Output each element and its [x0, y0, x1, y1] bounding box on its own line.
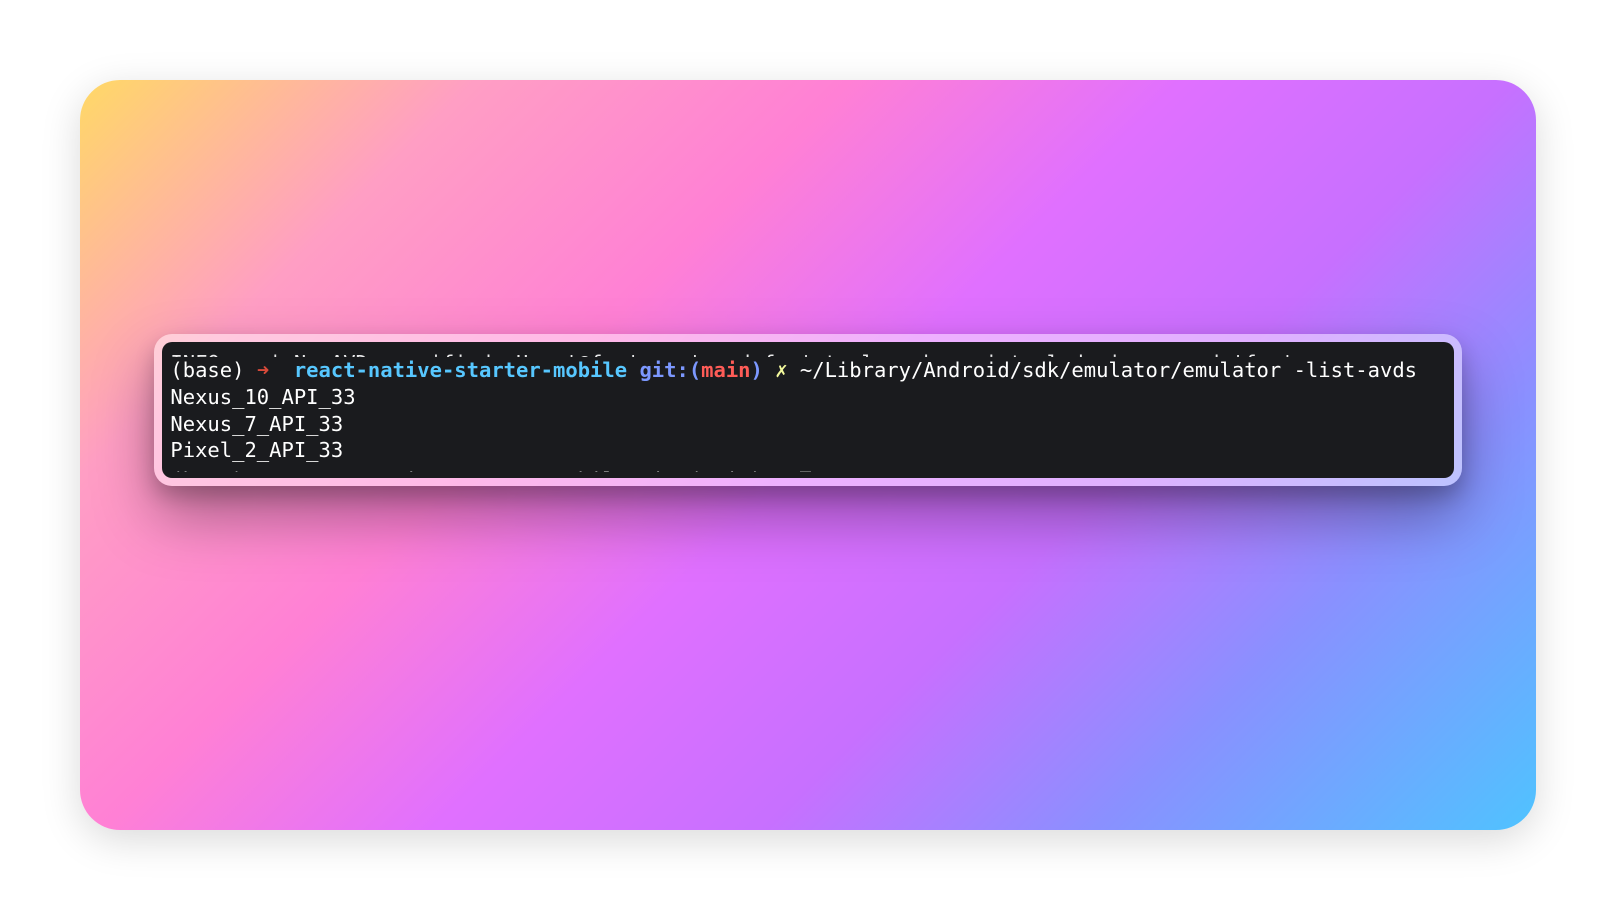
git-paren-open: (	[689, 358, 701, 382]
cursor-icon	[800, 471, 811, 472]
git-paren-close: )	[751, 358, 763, 382]
conda-env: (base)	[170, 358, 244, 382]
command-text: ~/Library/Android/sdk/emulator/emulator …	[800, 358, 1417, 382]
output-line-1: Nexus_10_API_33	[170, 384, 1445, 411]
terminal-window[interactable]: INFO | No AVD specified. Use '@foo' or '…	[162, 342, 1453, 478]
output-line-2: Nexus_7_API_33	[170, 411, 1445, 438]
git-label: git:	[639, 358, 688, 382]
working-directory: react-native-starter-mobile	[294, 358, 627, 382]
truncated-scrollback-bottom: (base) ➜ react-native-starter-mobile git…	[170, 467, 1445, 472]
terminal-prompt-line: (base) ➜ react-native-starter-mobile git…	[170, 357, 1445, 384]
prompt-arrow-icon: ➜	[257, 358, 269, 382]
output-line-3: Pixel_2_API_33	[170, 437, 1445, 464]
terminal-frame: INFO | No AVD specified. Use '@foo' or '…	[154, 334, 1461, 486]
git-branch: main	[701, 358, 750, 382]
truncated-scrollback-top: INFO | No AVD specified. Use '@foo' or '…	[170, 350, 1445, 357]
gradient-background-card: INFO | No AVD specified. Use '@foo' or '…	[80, 80, 1536, 830]
git-dirty-icon: ✗	[775, 358, 787, 382]
